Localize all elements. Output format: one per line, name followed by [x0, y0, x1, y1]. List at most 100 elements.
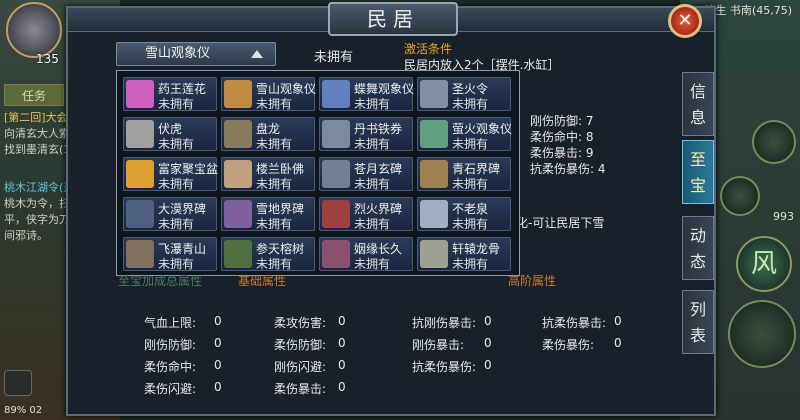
attr-label: 抗刚伤暴击:: [412, 316, 477, 330]
residence-dialog: 民居 ✕ 雪山观象仪 未拥有 激活条件 民居内放入2个［摆件.水缸］ 刚伤防御:…: [66, 2, 716, 416]
snow-effect-text: 化-可让民居下雪: [516, 216, 605, 230]
treasure-item[interactable]: 圣火令 未拥有: [417, 77, 511, 111]
section-basic: 基础属性: [238, 274, 287, 288]
attr-value: 0: [484, 336, 492, 350]
item-icon: [420, 120, 448, 148]
selector-label: 雪山观象仪: [145, 46, 211, 61]
tab-info[interactable]: 信息: [682, 72, 714, 136]
item-icon: [322, 200, 350, 228]
attr-label: 柔伤暴伤:: [542, 338, 595, 352]
attr-label: 刚伤暴击:: [412, 338, 465, 352]
attr-label: 柔伤暴击:: [274, 382, 327, 396]
attr-label: 柔伤命中:: [144, 360, 197, 374]
bonus-label: 至宝加成总属性: [118, 274, 203, 288]
treasure-item[interactable]: 烈火界碑 未拥有: [319, 197, 413, 231]
treasure-item[interactable]: 伏虎 未拥有: [123, 117, 217, 151]
treasure-item[interactable]: 青石界碑 未拥有: [417, 157, 511, 191]
item-icon: [420, 160, 448, 188]
skill-feng-button[interactable]: 风: [736, 236, 792, 292]
battery-percent: 89%: [4, 405, 27, 416]
chevron-up-icon: [251, 50, 263, 58]
selector-status: 未拥有: [314, 50, 354, 65]
quest-tab[interactable]: 任务: [4, 84, 64, 106]
item-icon: [126, 80, 154, 108]
tab-treasure[interactable]: 至宝: [682, 140, 714, 204]
attr-value: 0: [214, 358, 222, 372]
treasure-item[interactable]: 富家聚宝盆 未拥有: [123, 157, 218, 191]
treasure-item[interactable]: 苍月玄碑 未拥有: [319, 157, 413, 191]
skill-count: 993: [773, 210, 794, 223]
stat-line: 柔伤命中: 8: [530, 130, 594, 144]
plus-button[interactable]: [752, 120, 796, 164]
treasure-item[interactable]: 雪地界碑 未拥有: [221, 197, 315, 231]
stat-line: 抗柔伤暴伤: 4: [530, 162, 606, 176]
activation-title: 激活条件: [404, 42, 453, 56]
treasure-item[interactable]: 大漠界碑 未拥有: [123, 197, 217, 231]
item-icon: [126, 120, 154, 148]
attr-value: 0: [484, 358, 492, 372]
tab-list[interactable]: 列表: [682, 290, 714, 354]
treasure-item[interactable]: 不老泉 未拥有: [417, 197, 511, 231]
treasure-dropdown: 药王莲花 未拥有 雪山观象仪 未拥有 蝶舞观象仪 未拥有 圣火令 未拥有 伏虎 未拥有 盘…: [116, 70, 520, 276]
attr-value: 0: [214, 336, 222, 350]
attr-value: 0: [484, 314, 492, 328]
item-icon: [224, 200, 252, 228]
map-coords: 渡生 书南(45,75): [704, 4, 792, 17]
item-icon: [322, 120, 350, 148]
attr-label: 柔攻伤害:: [274, 316, 327, 330]
treasure-item[interactable]: 萤火观象仪 未拥有: [417, 117, 512, 151]
stat-line: 柔伤暴击: 9: [530, 146, 594, 160]
attr-value: 0: [338, 358, 346, 372]
dialog-title: 民居: [328, 2, 458, 36]
treasure-item[interactable]: 丹书铁券 未拥有: [319, 117, 413, 151]
item-icon: [420, 80, 448, 108]
attr-value: 0: [338, 314, 346, 328]
skill-slot-button[interactable]: [720, 176, 760, 216]
item-icon: [224, 160, 252, 188]
attr-label: 刚伤防御:: [144, 338, 197, 352]
camera-icon[interactable]: [4, 370, 32, 396]
treasure-item[interactable]: 飞瀑青山 未拥有: [123, 237, 217, 271]
item-icon: [126, 240, 154, 268]
attr-label: 柔伤闪避:: [144, 382, 197, 396]
item-icon: [224, 120, 252, 148]
player-level: 135: [36, 52, 59, 66]
player-avatar[interactable]: [6, 2, 62, 58]
treasure-item[interactable]: 雪山观象仪 未拥有: [221, 77, 316, 111]
attr-label: 抗柔伤暴伤:: [412, 360, 477, 374]
attr-label: 气血上限:: [144, 316, 197, 330]
treasure-selector[interactable]: 雪山观象仪: [116, 42, 276, 66]
treasure-item[interactable]: 盘龙 未拥有: [221, 117, 315, 151]
item-icon: [126, 200, 154, 228]
item-icon: [322, 80, 350, 108]
status-time: 02: [29, 405, 43, 416]
treasure-item[interactable]: 楼兰卧佛 未拥有: [221, 157, 315, 191]
attr-value: 0: [338, 380, 346, 394]
attr-label: 抗柔伤暴击:: [542, 316, 607, 330]
treasure-item[interactable]: 参天榕树 未拥有: [221, 237, 315, 271]
stat-line: 刚伤防御: 7: [530, 114, 594, 128]
item-icon: [420, 200, 448, 228]
attr-value: 0: [338, 336, 346, 350]
battery-status: 89% 02: [4, 405, 42, 416]
attr-label: 刚伤闪避:: [274, 360, 327, 374]
treasure-item[interactable]: 姻缘长久 未拥有: [319, 237, 413, 271]
section-advanced: 高阶属性: [508, 274, 557, 288]
treasure-item[interactable]: 蝶舞观象仪 未拥有: [319, 77, 414, 111]
attack-button[interactable]: [728, 300, 796, 368]
attr-label: 柔伤防御:: [274, 338, 327, 352]
item-icon: [224, 80, 252, 108]
attr-value: 0: [614, 336, 622, 350]
item-icon: [126, 160, 154, 188]
item-icon: [224, 240, 252, 268]
treasure-item[interactable]: 药王莲花 未拥有: [123, 77, 217, 111]
attr-value: 0: [214, 314, 222, 328]
attr-value: 0: [614, 314, 622, 328]
treasure-item[interactable]: 轩辕龙骨 未拥有: [417, 237, 511, 271]
item-icon: [322, 240, 350, 268]
item-icon: [322, 160, 350, 188]
close-icon[interactable]: ✕: [668, 4, 702, 38]
attr-value: 0: [214, 380, 222, 394]
tab-dynamic[interactable]: 动态: [682, 216, 714, 280]
item-icon: [420, 240, 448, 268]
